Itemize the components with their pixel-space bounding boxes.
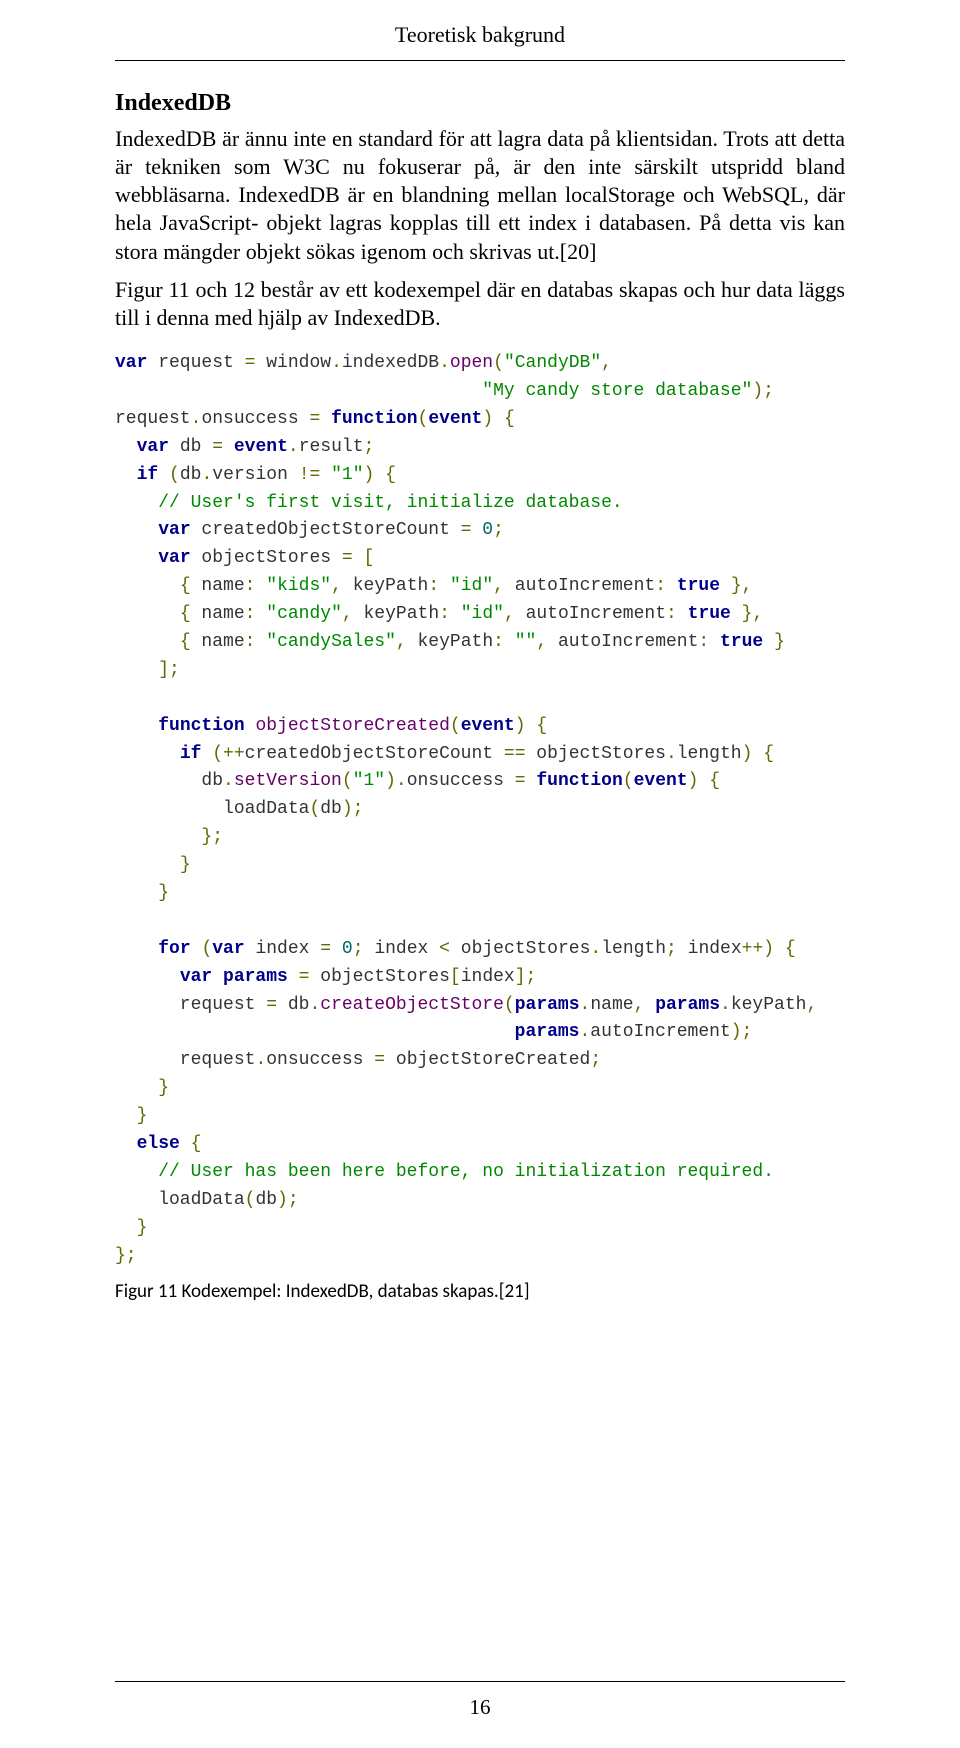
- running-header: Teoretisk bakgrund: [0, 22, 960, 48]
- section-heading-indexeddb: IndexedDB: [115, 90, 845, 117]
- code-block: var request = window.indexedDB.open("Can…: [115, 350, 845, 1270]
- page: Teoretisk bakgrund IndexedDB IndexedDB ä…: [0, 0, 960, 1748]
- content-area: IndexedDB IndexedDB är ännu inte en stan…: [115, 0, 845, 1303]
- header-rule: [115, 60, 845, 61]
- footer-rule: [115, 1681, 845, 1682]
- body-paragraph-1: IndexedDB är ännu inte en standard för a…: [115, 125, 845, 266]
- body-paragraph-2: Figur 11 och 12 består av ett kodexempel…: [115, 276, 845, 332]
- page-number: 16: [0, 1695, 960, 1720]
- code-figure-11: var request = window.indexedDB.open("Can…: [115, 350, 845, 1270]
- figure-caption-11: Figur 11 Kodexempel: IndexedDB, databas …: [115, 1280, 845, 1303]
